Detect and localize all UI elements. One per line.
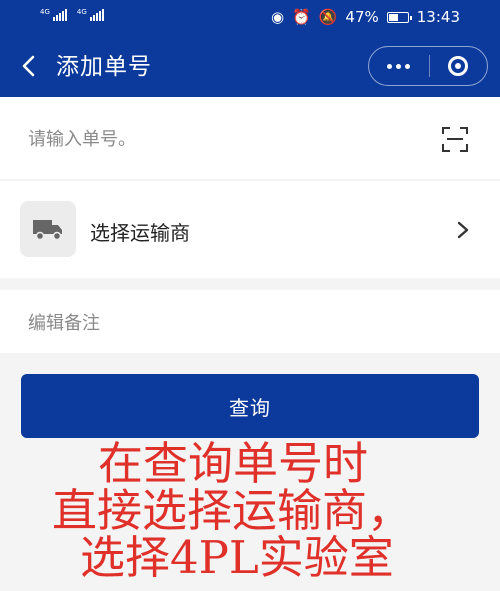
remark-input[interactable]: 编辑备注: [28, 309, 100, 335]
annotation-line-3: 选择4PL实验室: [80, 531, 394, 584]
scan-icon[interactable]: [442, 126, 468, 152]
truck-icon: [33, 220, 62, 241]
page-title: 添加单号: [56, 54, 152, 80]
remark-row[interactable]: 编辑备注: [0, 290, 500, 353]
close-target-icon[interactable]: [429, 47, 487, 85]
eye-icon: ◉: [270, 8, 285, 26]
signal-strength-icon-1: 4G: [40, 9, 67, 21]
clock-time: 13:43: [416, 8, 460, 26]
truck-icon-box: [20, 201, 76, 257]
nav-bar: 添加单号: [0, 38, 500, 96]
query-button[interactable]: 查询: [21, 374, 479, 438]
battery-icon: [386, 11, 412, 23]
tracking-number-row[interactable]: 请输入单号。: [0, 97, 500, 179]
tracking-number-input[interactable]: 请输入单号。: [28, 125, 136, 151]
chevron-left-icon[interactable]: [18, 52, 42, 80]
mute-icon: 🔕: [318, 8, 338, 26]
signal-strength-icon-2: 4G: [77, 9, 104, 21]
select-carrier-row[interactable]: 选择运输商: [0, 181, 500, 278]
chevron-right-icon[interactable]: [456, 220, 470, 240]
annotation-overlay: 在查询单号时 直接选择运输商， 选择4PL实验室: [40, 440, 480, 581]
app-header: 4G 4G ◉ ⏰ 🔕 47% 13:43 添加单号: [0, 0, 500, 97]
alarm-icon: ⏰: [292, 8, 311, 26]
annotation-line-2: 直接选择运输商，: [52, 484, 413, 537]
mini-program-capsule: [368, 46, 488, 86]
annotation-line-1: 在查询单号时: [98, 437, 369, 490]
more-dots-icon[interactable]: [369, 47, 429, 85]
battery-percent: 47%: [345, 8, 379, 26]
status-bar: 4G 4G ◉ ⏰ 🔕 47% 13:43: [0, 0, 500, 36]
select-carrier-label: 选择运输商: [90, 221, 190, 245]
